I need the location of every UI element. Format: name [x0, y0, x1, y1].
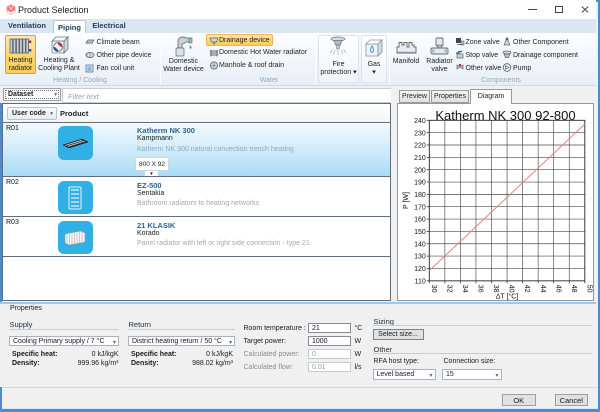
- svg-text:130: 130: [414, 254, 426, 261]
- svg-text:30: 30: [430, 285, 437, 293]
- svg-text:48: 48: [570, 285, 577, 293]
- svg-text:210: 210: [414, 155, 426, 162]
- svg-text:42: 42: [523, 285, 530, 293]
- svg-text:34: 34: [461, 285, 468, 293]
- svg-text:180: 180: [414, 192, 426, 199]
- svg-text:220: 220: [414, 143, 426, 150]
- svg-text:160: 160: [414, 217, 426, 224]
- svg-text:150: 150: [414, 229, 426, 236]
- svg-text:200: 200: [414, 167, 426, 174]
- svg-text:190: 190: [414, 180, 426, 187]
- svg-text:36: 36: [477, 285, 484, 293]
- svg-text:240: 240: [414, 118, 426, 125]
- svg-text:ΔT [°C]: ΔT [°C]: [496, 293, 519, 301]
- svg-text:40: 40: [508, 285, 515, 293]
- svg-text:38: 38: [492, 285, 499, 293]
- svg-text:170: 170: [414, 204, 426, 211]
- svg-text:46: 46: [554, 285, 561, 293]
- svg-text:230: 230: [414, 130, 426, 137]
- svg-text:32: 32: [445, 285, 452, 293]
- svg-text:44: 44: [539, 285, 546, 293]
- svg-text:110: 110: [415, 278, 426, 285]
- svg-text:P [W]: P [W]: [403, 192, 410, 209]
- svg-text:140: 140: [414, 241, 426, 248]
- svg-text:50: 50: [585, 285, 592, 293]
- svg-text:120: 120: [414, 266, 426, 273]
